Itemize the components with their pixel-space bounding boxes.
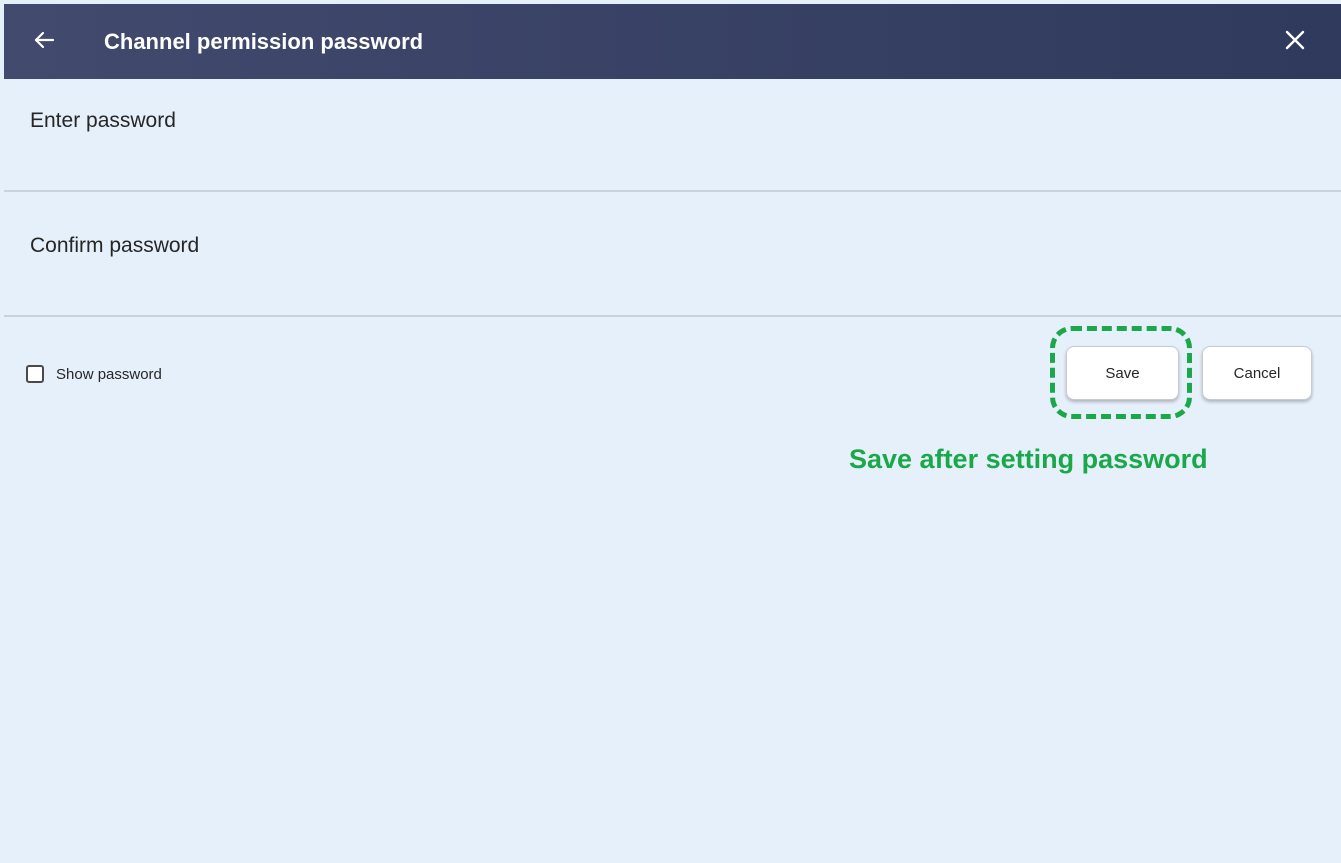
arrow-left-icon	[34, 31, 55, 49]
close-button[interactable]	[1279, 24, 1311, 56]
confirm-password-row[interactable]: Confirm password	[4, 192, 1341, 317]
back-button[interactable]	[26, 22, 62, 58]
close-icon	[1285, 30, 1305, 50]
dialog-header: Channel permission password	[4, 4, 1341, 79]
cancel-button[interactable]: Cancel	[1202, 346, 1312, 400]
page-title: Channel permission password	[104, 29, 424, 54]
enter-password-row[interactable]: Enter password	[4, 79, 1341, 192]
confirm-password-input[interactable]	[30, 275, 1315, 307]
show-password-checkbox[interactable]	[26, 365, 44, 383]
save-button[interactable]: Save	[1066, 346, 1179, 400]
save-instruction-annotation: Save after setting password	[849, 444, 1208, 474]
enter-password-input[interactable]	[30, 150, 1315, 182]
show-password-label: Show password	[56, 365, 162, 383]
enter-password-label: Enter password	[30, 109, 176, 132]
show-password-toggle[interactable]: Show password	[26, 362, 162, 386]
confirm-password-label: Confirm password	[30, 234, 200, 257]
